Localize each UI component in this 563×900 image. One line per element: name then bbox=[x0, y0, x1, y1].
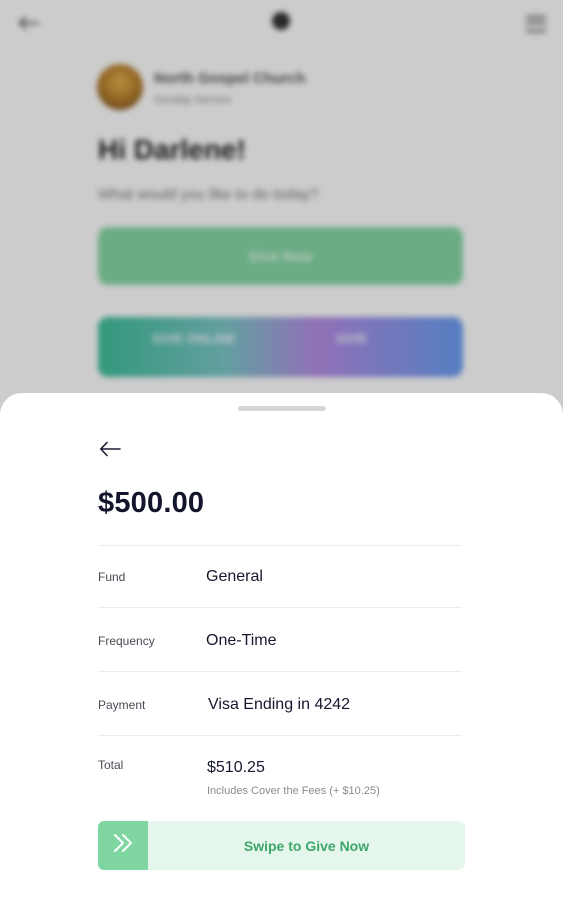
payment-label: Payment bbox=[98, 698, 146, 712]
total-label: Total bbox=[98, 758, 124, 772]
swipe-to-give-slider[interactable]: Swipe to Give Now bbox=[98, 821, 465, 870]
fund-value[interactable]: General bbox=[206, 568, 263, 586]
gift-amount: $500.00 bbox=[98, 487, 205, 519]
sheet-drag-handle[interactable] bbox=[238, 406, 326, 411]
divider bbox=[98, 735, 462, 736]
divider bbox=[98, 671, 462, 672]
divider bbox=[98, 607, 462, 608]
give-review-sheet: $500.00 Fund General Frequency One-Time … bbox=[0, 393, 563, 900]
total-value: $510.25 bbox=[207, 759, 265, 776]
fund-label: Fund bbox=[98, 570, 126, 584]
frequency-label: Frequency bbox=[98, 634, 155, 648]
total-fees-note: Includes Cover the Fees (+ $10.25) bbox=[207, 785, 380, 797]
back-button[interactable] bbox=[96, 437, 124, 465]
frequency-value[interactable]: One-Time bbox=[206, 632, 277, 650]
arrow-left-icon bbox=[99, 441, 121, 462]
payment-value[interactable]: Visa Ending in 4242 bbox=[208, 696, 350, 714]
swipe-handle[interactable] bbox=[98, 821, 148, 870]
swipe-label: Swipe to Give Now bbox=[243, 837, 370, 854]
double-chevron-right-icon bbox=[112, 833, 134, 858]
divider bbox=[98, 545, 462, 546]
screen: North Gospel Church Sunday Service Hi Da… bbox=[0, 0, 563, 900]
